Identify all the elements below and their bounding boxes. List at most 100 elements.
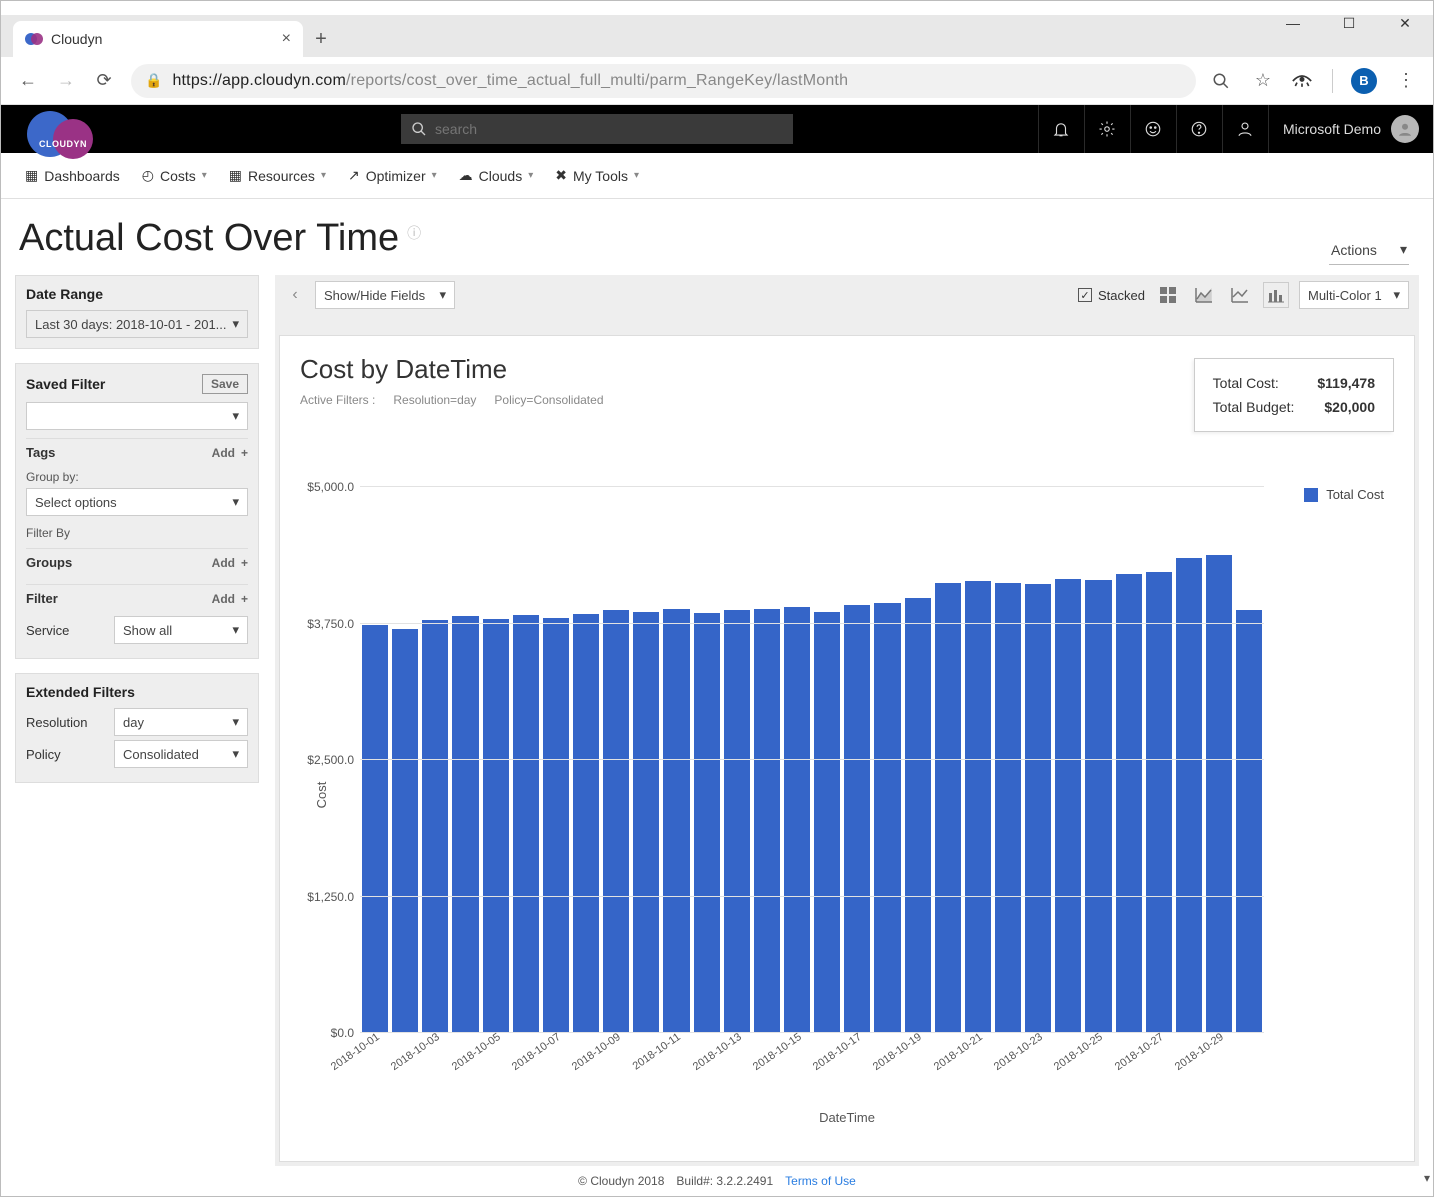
chart-bar[interactable] xyxy=(362,625,388,1033)
nav-reload-button[interactable]: ⟳ xyxy=(93,70,115,91)
menu-costs[interactable]: ◴Costs▾ xyxy=(142,167,207,184)
window-maximize-button[interactable]: ☐ xyxy=(1321,3,1377,43)
legend-label: Total Cost xyxy=(1326,487,1384,502)
chart-bar[interactable] xyxy=(543,618,569,1033)
chart-bar[interactable] xyxy=(1206,555,1232,1033)
filter-add-button[interactable]: Add+ xyxy=(212,592,248,606)
stacked-checkbox[interactable]: ✓ Stacked xyxy=(1078,288,1145,303)
app-topbar: CLOUDYN Microsoft Demo xyxy=(1,105,1433,153)
menu-mytools[interactable]: ✖My Tools▾ xyxy=(555,167,639,184)
browser-profile-avatar[interactable]: B xyxy=(1351,68,1377,94)
view-area-icon[interactable] xyxy=(1191,282,1217,308)
save-filter-button[interactable]: Save xyxy=(202,374,248,394)
chart-bar[interactable] xyxy=(874,603,900,1033)
filter-title: Filter xyxy=(26,591,58,606)
showhide-fields-select[interactable]: Show/Hide Fields▾ xyxy=(315,281,455,309)
chevron-down-icon: ▾ xyxy=(232,408,239,424)
total-cost-value: $119,478 xyxy=(1317,375,1375,391)
chart-bar[interactable] xyxy=(633,612,659,1034)
chart-bar[interactable] xyxy=(663,609,689,1033)
view-table-icon[interactable] xyxy=(1155,282,1181,308)
feedback-smile-icon[interactable] xyxy=(1130,105,1176,153)
menu-resources[interactable]: ▦Resources▾ xyxy=(229,167,326,184)
browser-tab-active[interactable]: Cloudyn × xyxy=(13,21,303,57)
eye-icon[interactable] xyxy=(1292,74,1314,88)
chart-bar[interactable] xyxy=(814,612,840,1034)
page-footer: © Cloudyn 2018 Build#: 3.2.2.2491 Terms … xyxy=(1,1166,1433,1196)
global-search[interactable] xyxy=(401,114,793,144)
groups-add-button[interactable]: Add+ xyxy=(212,556,248,570)
account-menu[interactable]: Microsoft Demo xyxy=(1268,105,1433,153)
clock-icon: ◴ xyxy=(142,167,154,184)
search-icon xyxy=(411,121,427,137)
nav-back-button[interactable]: ← xyxy=(17,70,39,91)
service-select[interactable]: Show all▾ xyxy=(114,616,248,644)
chart-bar[interactable] xyxy=(694,613,720,1033)
chart-bar[interactable] xyxy=(573,614,599,1033)
chart-bar[interactable] xyxy=(392,629,418,1033)
url-input[interactable]: 🔒 https://app.cloudyn.com/reports/cost_o… xyxy=(131,64,1196,98)
policy-select[interactable]: Consolidated▾ xyxy=(114,740,248,768)
new-tab-button[interactable]: + xyxy=(303,21,339,57)
chart-bar[interactable] xyxy=(905,598,931,1033)
chart-bar[interactable] xyxy=(724,610,750,1033)
y-tick: $5,000.0 xyxy=(304,480,354,494)
chart-bar[interactable] xyxy=(844,605,870,1033)
chart-bar[interactable] xyxy=(1236,610,1262,1033)
chevron-down-icon: ▾ xyxy=(528,170,533,181)
cloudyn-logo[interactable]: CLOUDYN xyxy=(27,111,107,171)
chart-bar[interactable] xyxy=(1025,584,1051,1033)
filterby-label: Filter By xyxy=(26,526,248,540)
chart-bar[interactable] xyxy=(422,620,448,1033)
chart-bar[interactable] xyxy=(603,610,629,1033)
chart-bar[interactable] xyxy=(935,583,961,1033)
browser-menu-icon[interactable]: ⋮ xyxy=(1395,70,1417,91)
bookmark-star-icon[interactable]: ☆ xyxy=(1252,70,1274,91)
chart-bar[interactable] xyxy=(1176,558,1202,1033)
menu-clouds[interactable]: ☁Clouds▾ xyxy=(459,167,534,184)
info-icon[interactable]: ⓘ xyxy=(407,223,421,243)
chart-bar[interactable] xyxy=(1085,580,1111,1033)
chart-bar[interactable] xyxy=(1055,579,1081,1033)
legend-swatch xyxy=(1304,488,1318,502)
colorscheme-select[interactable]: Multi-Color 1▾ xyxy=(1299,281,1409,309)
chart-bar[interactable] xyxy=(452,616,478,1033)
chart-bar[interactable] xyxy=(965,581,991,1033)
tags-add-button[interactable]: Add+ xyxy=(212,446,248,460)
chart-bar[interactable] xyxy=(784,607,810,1033)
x-tick: 2018-10-05 xyxy=(449,1031,502,1073)
chart-bar[interactable] xyxy=(995,583,1021,1033)
x-tick: 2018-10-27 xyxy=(1112,1031,1165,1073)
collapse-sidebar-button[interactable]: ‹ xyxy=(285,286,305,304)
profile-icon[interactable] xyxy=(1222,105,1268,153)
global-search-input[interactable] xyxy=(435,121,783,137)
chart-bar[interactable] xyxy=(1116,574,1142,1033)
date-range-select[interactable]: Last 30 days: 2018-10-01 - 201... ▾ xyxy=(26,310,248,338)
x-tick: 2018-10-25 xyxy=(1052,1031,1105,1073)
notifications-icon[interactable] xyxy=(1038,105,1084,153)
menu-optimizer[interactable]: ↗Optimizer▾ xyxy=(348,167,437,184)
scroll-down-indicator[interactable]: ▾ xyxy=(1424,1171,1430,1185)
zoom-icon[interactable] xyxy=(1212,72,1234,90)
resolution-label: Resolution xyxy=(26,715,106,730)
report-toolbar: ‹ Show/Hide Fields▾ ✓ Stacked Multi-Colo… xyxy=(275,275,1419,315)
settings-gear-icon[interactable] xyxy=(1084,105,1130,153)
actions-menu[interactable]: Actions ▾ xyxy=(1329,235,1409,265)
window-minimize-button[interactable]: — xyxy=(1265,3,1321,43)
view-bar-icon[interactable] xyxy=(1263,282,1289,308)
window-close-button[interactable]: ✕ xyxy=(1377,3,1433,43)
chart-bar[interactable] xyxy=(754,609,780,1033)
view-line-icon[interactable] xyxy=(1227,282,1253,308)
close-tab-icon[interactable]: × xyxy=(282,30,291,48)
saved-filter-select[interactable]: ▾ xyxy=(26,402,248,430)
resolution-select[interactable]: day▾ xyxy=(114,708,248,736)
chart-bar[interactable] xyxy=(483,619,509,1033)
chart-bar[interactable] xyxy=(1146,572,1172,1033)
footer-terms-link[interactable]: Terms of Use xyxy=(785,1174,856,1188)
chart-bar[interactable] xyxy=(513,615,539,1033)
totals-card: Total Cost:$119,478 Total Budget:$20,000 xyxy=(1194,358,1394,432)
help-icon[interactable] xyxy=(1176,105,1222,153)
groupby-select[interactable]: Select options▾ xyxy=(26,488,248,516)
x-tick: 2018-10-23 xyxy=(992,1031,1045,1073)
report-main: ‹ Show/Hide Fields▾ ✓ Stacked Multi-Colo… xyxy=(275,275,1419,1166)
